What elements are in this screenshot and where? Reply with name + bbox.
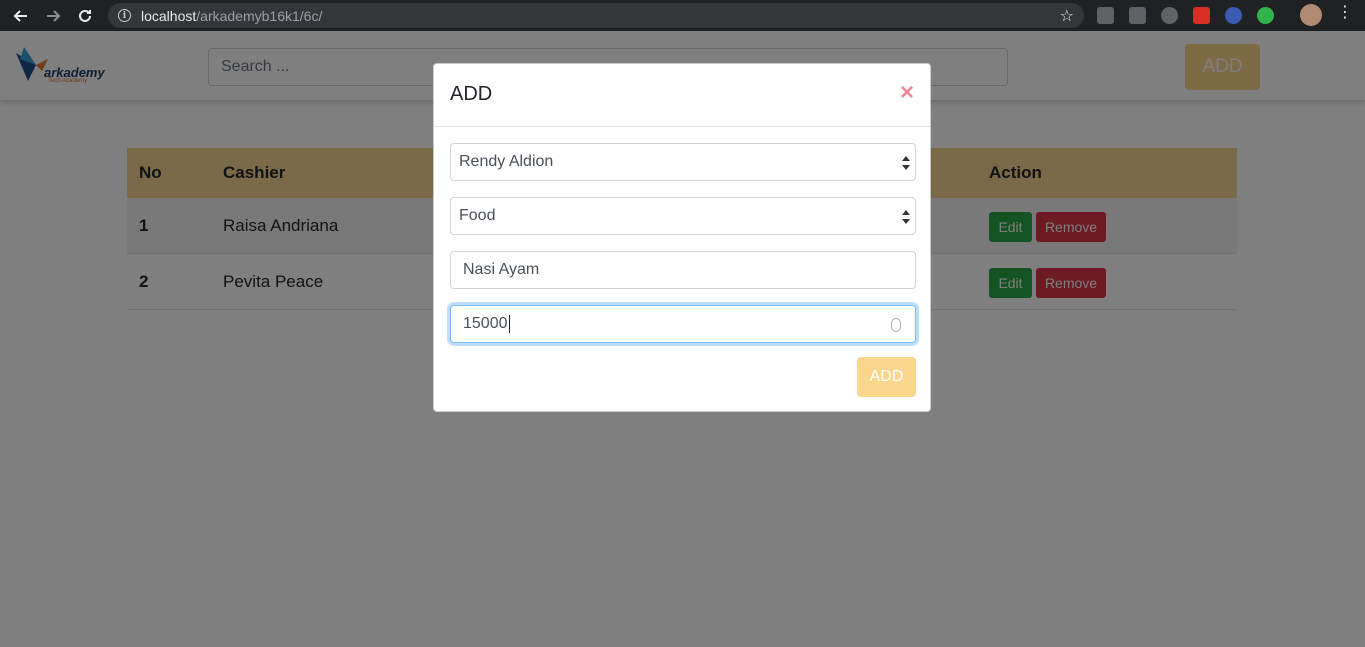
category-select-value: Food <box>459 207 496 224</box>
product-name-input[interactable]: Nasi Ayam <box>450 251 916 289</box>
browser-toolbar: i localhost/arkademyb16k1/6c/ ☆ ⋮ <box>0 0 1365 31</box>
bookmark-star-icon[interactable]: ☆ <box>1060 6 1074 26</box>
profile-avatar[interactable] <box>1300 4 1322 26</box>
cashier-select-value: Rendy Aldion <box>459 153 554 170</box>
address-url: localhost/arkademyb16k1/6c/ <box>141 8 323 24</box>
number-spinner[interactable] <box>891 318 901 332</box>
info-icon[interactable]: i <box>118 9 131 22</box>
download-extension-icon[interactable] <box>1225 7 1242 24</box>
price-input[interactable]: 15000 <box>450 305 916 343</box>
modal-add-button[interactable]: ADD <box>857 357 916 397</box>
add-modal: ADD × Rendy Aldion Food Nasi Ayam 15000 … <box>433 63 931 412</box>
red-extension-icon[interactable] <box>1193 7 1210 24</box>
app-page: arkademy Tech Academy Search ... ADD No … <box>0 31 1365 647</box>
close-icon[interactable]: × <box>900 79 914 107</box>
product-name-value: Nasi Ayam <box>463 261 540 278</box>
text-caret <box>508 315 510 333</box>
modal-header: ADD × <box>434 64 930 127</box>
select-arrows-icon <box>902 210 910 224</box>
reload-icon[interactable] <box>74 5 96 27</box>
extension-icon[interactable] <box>1161 7 1178 24</box>
category-select[interactable]: Food <box>450 197 916 235</box>
menu-kebab-icon[interactable]: ⋮ <box>1337 5 1353 23</box>
cashier-select[interactable]: Rendy Aldion <box>450 143 916 181</box>
camera-extension-icon[interactable] <box>1097 7 1114 24</box>
select-arrows-icon <box>902 156 910 170</box>
green-extension-icon[interactable] <box>1257 7 1274 24</box>
back-arrow-icon[interactable] <box>10 5 32 27</box>
modal-title: ADD <box>450 83 493 105</box>
price-value: 15000 <box>463 315 508 332</box>
forward-arrow-icon[interactable] <box>42 5 64 27</box>
address-bar[interactable]: i localhost/arkademyb16k1/6c/ ☆ <box>108 3 1084 28</box>
pen-extension-icon[interactable] <box>1129 7 1146 24</box>
